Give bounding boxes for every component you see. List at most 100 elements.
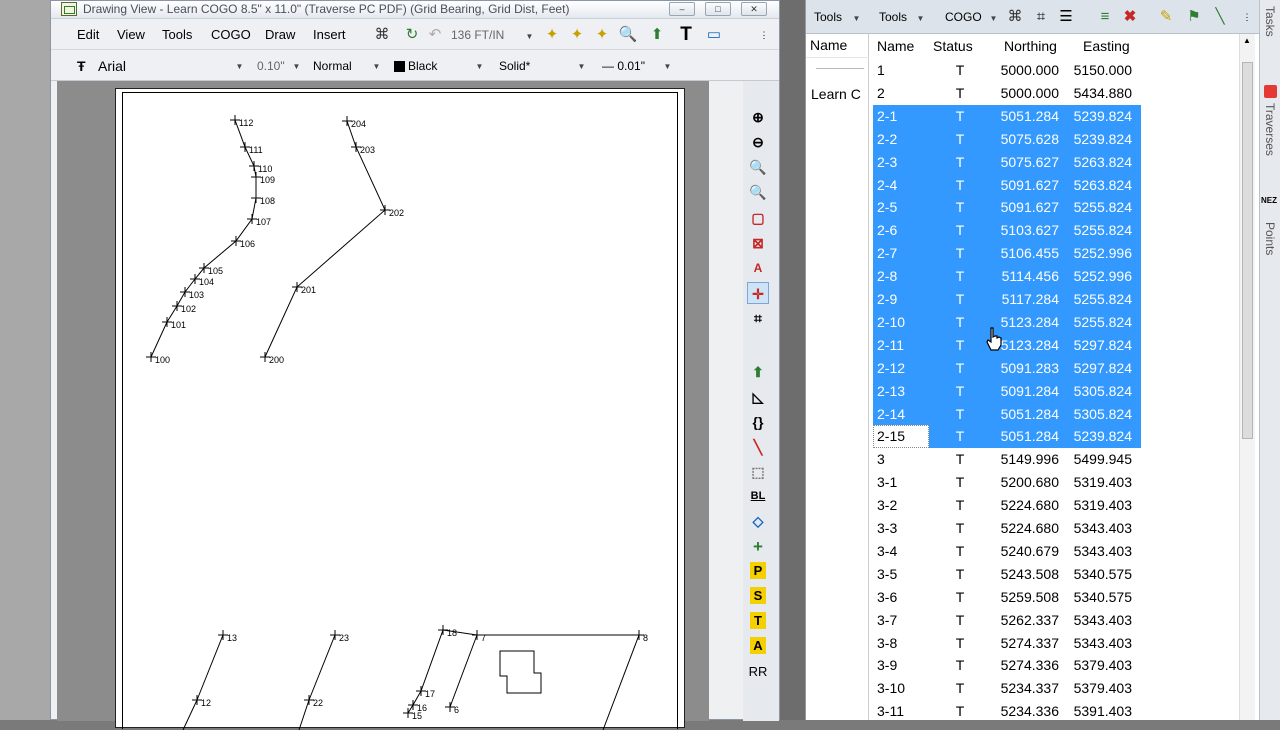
chevron-down-icon[interactable]: ▼ <box>372 62 381 71</box>
color-select[interactable]: Black <box>408 58 437 75</box>
line-icon[interactable]: ╲ <box>747 436 769 458</box>
tab-points[interactable]: Points <box>1263 222 1277 255</box>
cogo-menu[interactable]: COGO <box>945 10 982 24</box>
grid-scrollbar[interactable]: ▲ <box>1239 34 1255 720</box>
tab-traverses[interactable]: Traverses <box>1263 103 1277 156</box>
line-weight-select[interactable]: — 0.01" <box>602 58 645 75</box>
menu-draw[interactable]: Draw <box>265 27 295 42</box>
column-header-name[interactable]: Name <box>877 38 914 54</box>
zoom-icon[interactable]: 🔍 <box>617 25 639 45</box>
table-row[interactable]: 3 T 5149.996 5499.945 <box>873 448 1141 471</box>
baseline-icon[interactable]: BL <box>747 485 769 507</box>
tab-tasks[interactable]: Tasks <box>1263 6 1277 37</box>
chevron-down-icon[interactable]: ▼ <box>916 14 925 23</box>
table-row[interactable]: 3-2 T 5224.680 5319.403 <box>873 494 1141 517</box>
move-icon[interactable]: ⬆ <box>747 361 769 383</box>
chevron-down-icon[interactable]: ▼ <box>852 14 861 23</box>
tools-menu[interactable]: Tools <box>879 10 907 24</box>
traverse-line[interactable] <box>308 634 336 701</box>
r-tool-icon[interactable]: RR <box>747 661 769 683</box>
select-region-icon[interactable]: ✦ <box>591 25 613 45</box>
zoom-in-icon[interactable]: ⊕ <box>747 106 769 128</box>
polygon-icon[interactable]: ◇ <box>747 510 769 532</box>
delete-icon[interactable]: ✖ <box>1120 7 1140 27</box>
chevron-down-icon[interactable]: ▼ <box>989 14 998 23</box>
drawing-canvas[interactable]: 112 111 110 109 108 107 106 105 104 103 102 101 100 2… <box>57 81 709 730</box>
tools-menu-left[interactable]: Tools <box>814 10 842 24</box>
a-tool-icon[interactable]: A <box>750 637 766 654</box>
menu-view[interactable]: View <box>117 27 145 42</box>
add-point-icon[interactable]: + <box>747 536 769 558</box>
table-row[interactable]: 2-11 T 5123.284 5297.824 <box>873 333 1141 357</box>
s-tool-icon[interactable]: S <box>750 587 766 604</box>
inverse-icon[interactable]: ╲ <box>1210 7 1230 27</box>
table-row[interactable]: 2-15 T 5051.284 5239.824 <box>873 425 1141 449</box>
menu-insert[interactable]: Insert <box>313 27 346 42</box>
select-all-icon[interactable]: ✦ <box>566 25 588 45</box>
pan-icon[interactable]: ⬆ <box>646 25 668 45</box>
table-row[interactable]: 2-7 T 5106.455 5252.996 <box>873 242 1141 266</box>
table-row[interactable]: 2-2 T 5075.628 5239.824 <box>873 127 1141 151</box>
chevron-down-icon[interactable]: ▼ <box>577 62 586 71</box>
building-outline[interactable] <box>499 650 542 694</box>
traverse-icon[interactable]: ⌘ <box>1005 7 1025 27</box>
overflow-icon[interactable]: ⋮ <box>757 25 771 45</box>
traverse-line[interactable] <box>298 699 310 730</box>
table-row[interactable]: 2-1 T 5051.284 5239.824 <box>873 104 1141 128</box>
zoom-previous-icon[interactable]: 🔍 <box>747 181 769 203</box>
table-row[interactable]: 3-8 T 5274.337 5343.403 <box>873 632 1141 655</box>
chevron-down-icon[interactable]: ▼ <box>525 32 534 41</box>
traverse-line[interactable] <box>449 634 478 708</box>
chevron-down-icon[interactable]: ▼ <box>475 62 484 71</box>
chevron-down-icon[interactable]: ▼ <box>663 62 672 71</box>
minimize-button[interactable]: – <box>669 2 695 16</box>
plot-drawing[interactable]: 112 111 110109 108 107 106 105104 103 102 101 100 2… <box>123 93 679 730</box>
binoculars-icon[interactable]: ⌗ <box>747 307 769 329</box>
traverse-line[interactable] <box>196 634 224 701</box>
table-row[interactable]: 2-10 T 5123.284 5255.824 <box>873 310 1141 334</box>
list-icon[interactable]: ☰ <box>1056 7 1076 27</box>
tree-header-name[interactable]: Name <box>806 34 869 58</box>
traverse-line[interactable] <box>442 629 639 636</box>
p-tool-icon[interactable]: P <box>750 562 766 579</box>
traverse-line[interactable] <box>182 699 198 730</box>
t-tool-icon[interactable]: T <box>750 612 766 629</box>
column-header-status[interactable]: Status <box>933 38 973 54</box>
menu-cogo[interactable]: COGO <box>211 27 251 42</box>
table-row[interactable]: 2-13 T 5091.284 5305.824 <box>873 379 1141 403</box>
table-row[interactable]: 3-4 T 5240.679 5343.403 <box>873 540 1141 563</box>
table-row[interactable]: 3-9 T 5274.336 5379.403 <box>873 654 1141 677</box>
table-row[interactable]: 3-5 T 5243.508 5340.575 <box>873 563 1141 586</box>
table-row[interactable]: 2-8 T 5114.456 5252.996 <box>873 265 1141 289</box>
angle-icon[interactable]: ◺ <box>747 386 769 408</box>
table-row[interactable]: 3-7 T 5262.337 5343.403 <box>873 609 1141 632</box>
undo-icon[interactable]: ↶ <box>424 25 446 45</box>
font-size-select[interactable]: 0.10" <box>257 58 285 75</box>
scroll-thumb[interactable] <box>1242 62 1253 439</box>
flag-icon[interactable]: ⚑ <box>1184 7 1204 27</box>
overflow-icon[interactable]: ⋮ <box>1240 7 1254 27</box>
table-row[interactable]: 2-3 T 5075.627 5263.824 <box>873 150 1141 174</box>
column-header-easting[interactable]: Easting <box>1083 38 1130 54</box>
table-row[interactable]: 3-6 T 5259.508 5340.575 <box>873 586 1141 609</box>
binoculars-icon[interactable]: ⌗ <box>1031 7 1051 27</box>
rectangle-icon[interactable]: ⬚ <box>747 461 769 483</box>
text-scale-icon[interactable]: A <box>747 257 769 279</box>
sort-icon[interactable]: ≡ <box>1095 7 1115 27</box>
close-button[interactable]: ✕ <box>741 2 767 16</box>
table-row[interactable]: 3-1 T 5200.680 5319.403 <box>873 471 1141 494</box>
text-icon[interactable]: T <box>675 25 697 45</box>
maximize-button[interactable]: □ <box>705 2 731 16</box>
zoom-window-icon[interactable]: 🔍 <box>747 156 769 178</box>
highlight-icon[interactable]: ✎ <box>1156 7 1176 27</box>
table-row[interactable]: 2 T 5000.000 5434.880 <box>873 82 1141 105</box>
zoom-extents-icon[interactable]: ▢ <box>747 207 769 229</box>
traverse-line[interactable] <box>264 120 386 358</box>
column-header-northing[interactable]: Northing <box>1004 38 1057 54</box>
font-select[interactable]: Arial <box>98 58 238 75</box>
menu-edit[interactable]: Edit <box>77 27 99 42</box>
line-type-select[interactable]: Solid* <box>499 58 530 75</box>
table-row[interactable]: 2-4 T 5091.627 5263.824 <box>873 173 1141 197</box>
table-row[interactable]: 2-14 T 5051.284 5305.824 <box>873 402 1141 426</box>
table-row[interactable]: 1 T 5000.000 5150.000 <box>873 59 1141 82</box>
